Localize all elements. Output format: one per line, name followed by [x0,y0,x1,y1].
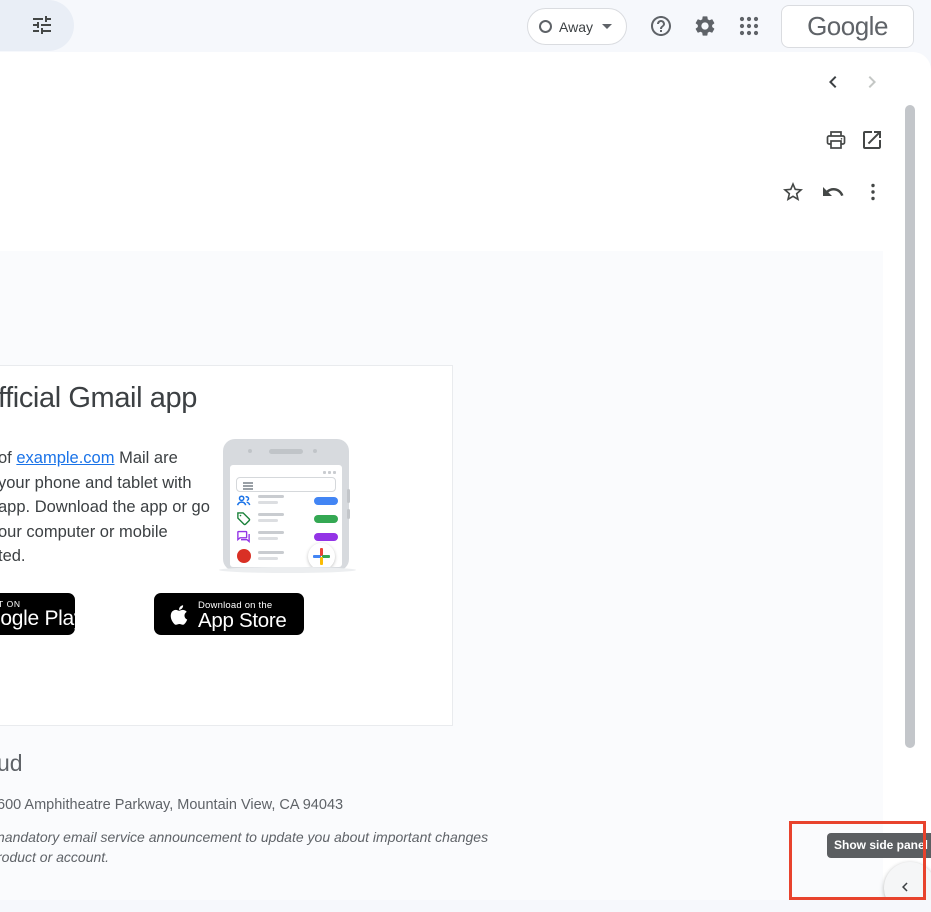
chevron-left-icon[interactable] [821,70,845,94]
paragraph-line: of example.com Mail are [0,446,210,471]
apps-grid-icon[interactable] [737,14,761,38]
more-vert-icon[interactable] [861,180,885,204]
appstore-badge-name: App Store [198,609,286,633]
gear-icon[interactable] [693,14,717,38]
phone-speaker [269,449,303,454]
paragraph-line: our computer or mobile [0,520,210,545]
printer-icon[interactable] [824,128,848,152]
status-selector[interactable]: Away [527,8,627,45]
apple-icon [166,601,192,629]
chevron-down-icon [602,24,612,29]
app-store-badge[interactable]: Download on the App Store [154,593,304,635]
green-pill [314,515,338,523]
status-label: Away [559,19,593,35]
chevron-left-icon [896,878,914,896]
phone-side-button [347,489,350,503]
chevron-right-icon[interactable] [860,70,884,94]
footer-disclaimer-line: roduct or account. [0,849,109,865]
blue-pill [314,497,338,505]
chat-icon [236,529,251,544]
google-play-badge[interactable]: GET IT ON Google Play [0,593,75,635]
status-dot [328,471,331,474]
example-link[interactable]: example.com [16,449,114,467]
people-icon [236,493,251,508]
gmail-window: Away Google fficial Gmail app of example… [0,0,931,912]
compose-plus-fab [308,543,335,567]
purple-pill [314,533,338,541]
phone-shadow [219,567,356,573]
google-logo: Google [807,11,888,42]
phone-camera-dot [313,449,317,453]
side-panel-tooltip: Show side panel [827,833,931,858]
google-account-button[interactable]: Google [781,5,914,48]
open-in-new-icon[interactable] [860,128,884,152]
phone-screen [230,465,342,567]
phone-illustration [223,439,349,571]
email-heading: fficial Gmail app [0,382,197,415]
play-badge-name: Google Play [0,607,75,631]
footer-disclaimer-line: nandatory email service announcement to … [0,829,488,845]
paragraph-line: ted. [0,544,210,569]
circle-ring-icon [539,20,552,33]
phone-side-button [347,509,350,519]
status-dot [333,471,336,474]
label-tag-icon [236,511,251,526]
tune-icon[interactable] [30,13,54,37]
help-icon[interactable] [649,14,673,38]
vertical-scrollbar[interactable] [905,105,915,748]
window-bottom-strip [0,900,931,912]
footer-brand: ud [0,750,23,777]
status-dot [323,471,326,474]
phone-camera-dot [248,449,252,453]
red-dot-icon [237,549,251,563]
mini-search-field [236,477,336,492]
star-icon[interactable] [781,180,805,204]
reply-icon[interactable] [821,180,845,204]
paragraph-line: your phone and tablet with [0,471,210,496]
email-paragraph: of example.com Mail are your phone and t… [0,446,210,569]
paragraph-line: app. Download the app or go [0,495,210,520]
footer-address: 600 Amphitheatre Parkway, Mountain View,… [0,797,343,813]
email-promo-card: fficial Gmail app of example.com Mail ar… [0,365,453,726]
search-bar[interactable] [0,0,74,51]
